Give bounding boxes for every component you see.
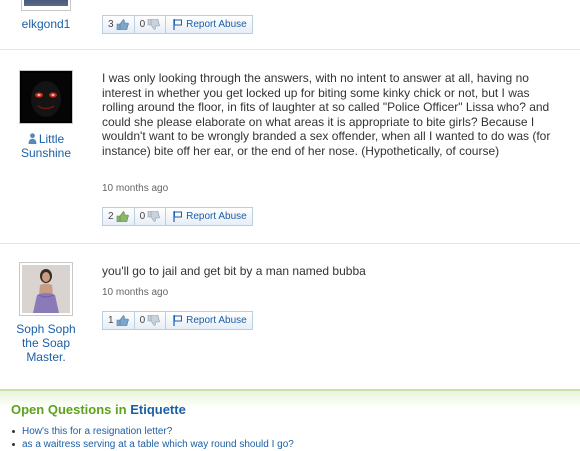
thumbs-up-icon: [116, 211, 129, 222]
report-abuse-label: Report Abuse: [186, 315, 247, 326]
vote-bar: 2 0 Report Abuse: [102, 207, 253, 226]
username-link[interactable]: Little Sunshine: [8, 132, 84, 160]
flag-icon: [173, 315, 183, 326]
report-abuse-button[interactable]: Report Abuse: [166, 16, 252, 33]
thumbs-down-icon: [147, 19, 160, 30]
user-column: Little Sunshine: [8, 70, 84, 160]
person-icon: [28, 133, 37, 144]
category-link[interactable]: Etiquette: [130, 402, 186, 417]
thumbs-up-button[interactable]: 3: [103, 16, 135, 33]
thumbs-up-icon: [116, 315, 129, 326]
open-questions-heading: Open Questions in Etiquette: [11, 402, 186, 417]
downvote-count: 0: [139, 315, 146, 326]
vote-bar: 1 0 Report Abuse: [102, 311, 253, 330]
answer-timestamp: 10 months ago: [102, 287, 169, 298]
avatar[interactable]: [19, 70, 73, 124]
answer-timestamp: 10 months ago: [102, 183, 169, 194]
user-column: Soph Soph the Soap Master.: [8, 262, 84, 364]
question-link[interactable]: as a waitress serving at a table which w…: [12, 438, 294, 451]
flag-icon: [173, 19, 183, 30]
thumbs-down-button[interactable]: 0: [135, 208, 167, 225]
thumbs-up-button[interactable]: 1: [103, 312, 135, 329]
downvote-count: 0: [139, 211, 146, 222]
avatar-woman-image: [22, 265, 70, 313]
answer-text: I was only looking through the answers, …: [102, 71, 551, 158]
report-abuse-button[interactable]: Report Abuse: [166, 208, 252, 225]
thumbs-up-button[interactable]: 2: [103, 208, 135, 225]
thumbs-down-icon: [147, 315, 160, 326]
downvote-count: 0: [139, 19, 146, 30]
vote-bar: 3 0 Report Abuse: [102, 15, 253, 34]
report-abuse-button[interactable]: Report Abuse: [166, 312, 252, 329]
username-link[interactable]: Soph Soph the Soap Master.: [8, 322, 84, 364]
answer-text: you'll go to jail and get bit by a man n…: [102, 264, 366, 278]
avatar[interactable]: [21, 0, 71, 11]
report-abuse-label: Report Abuse: [186, 211, 247, 222]
upvote-count: 2: [108, 211, 114, 222]
avatar-dark-face-image: [22, 73, 70, 121]
username-link[interactable]: elkgond1: [8, 17, 84, 31]
open-questions-list: How's this for a resignation letter? as …: [10, 425, 294, 451]
report-abuse-label: Report Abuse: [186, 19, 247, 30]
user-column: elkgond1: [8, 0, 84, 31]
thumbs-down-button[interactable]: 0: [135, 16, 167, 33]
open-questions-section: Open Questions in Etiquette How's this f…: [0, 389, 580, 450]
answer-divider: [0, 243, 580, 244]
avatar[interactable]: [19, 262, 73, 316]
open-questions-title: Open Questions in: [11, 402, 127, 417]
upvote-count: 1: [108, 315, 114, 326]
thumbs-down-button[interactable]: 0: [135, 312, 167, 329]
upvote-count: 3: [108, 19, 114, 30]
thumbs-down-icon: [147, 211, 160, 222]
question-link[interactable]: How's this for a resignation letter?: [12, 425, 294, 438]
flag-icon: [173, 211, 183, 222]
thumbs-up-icon: [116, 19, 129, 30]
answer-divider: [0, 49, 580, 50]
